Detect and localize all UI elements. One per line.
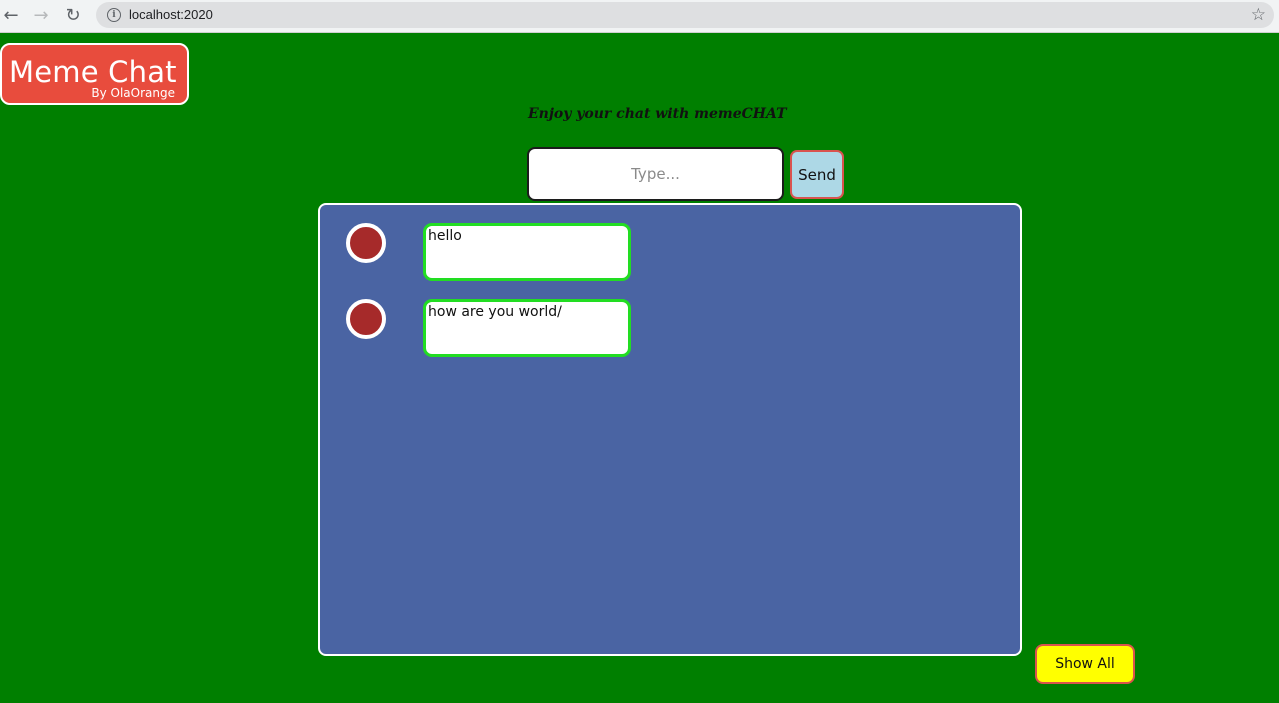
- avatar: [346, 299, 386, 339]
- logo-subtitle: By OlaOrange: [91, 86, 175, 100]
- send-button[interactable]: Send: [790, 150, 844, 199]
- show-all-button[interactable]: Show All: [1035, 644, 1135, 684]
- back-arrow-icon[interactable]: ←: [0, 5, 22, 27]
- message-input[interactable]: [527, 147, 784, 201]
- address-bar[interactable]: i localhost:2020 ☆: [96, 2, 1274, 28]
- avatar: [346, 223, 386, 263]
- message-bubble: how are you world/: [423, 299, 631, 357]
- chat-panel: hello how are you world/: [318, 203, 1022, 656]
- browser-toolbar: ← → ↻ i localhost:2020 ☆: [0, 0, 1279, 33]
- message-row: hello: [320, 205, 1020, 281]
- bookmark-star-icon[interactable]: ☆: [1251, 5, 1266, 25]
- reload-icon[interactable]: ↻: [62, 5, 84, 27]
- message-row: how are you world/: [320, 281, 1020, 357]
- forward-arrow-icon[interactable]: →: [30, 5, 52, 27]
- app-logo: Meme Chat By OlaOrange: [0, 43, 189, 105]
- message-bubble: hello: [423, 223, 631, 281]
- logo-title: Meme Chat: [9, 55, 177, 89]
- info-icon[interactable]: i: [107, 8, 121, 22]
- address-url[interactable]: localhost:2020: [129, 7, 213, 22]
- tagline: Enjoy your chat with memeCHAT: [528, 106, 787, 122]
